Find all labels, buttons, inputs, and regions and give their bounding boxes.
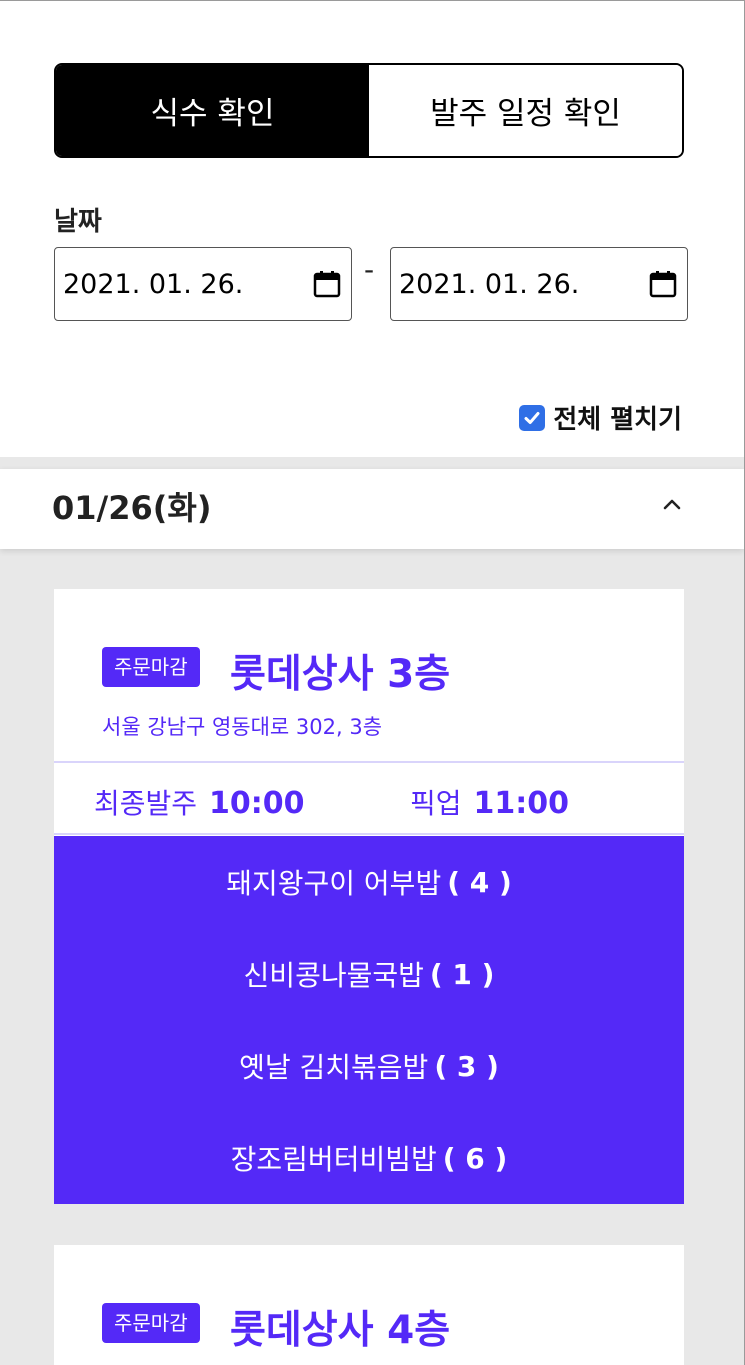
menu-name: 돼지왕구이 어부밥 [226,867,442,900]
start-date-value: 2021. 01. 26. [63,268,244,300]
view-tabs: 식수 확인 발주 일정 확인 [54,63,684,158]
store-card: 주문마감 롯데상사 3층 서울 강남구 영동대로 302, 3층 최종발주 10… [54,589,684,1204]
tab-order-schedule[interactable]: 발주 일정 확인 [369,65,682,156]
expand-all-checkbox[interactable] [519,404,546,431]
end-date-input[interactable]: 2021. 01. 26. [390,247,688,321]
order-times-row: 최종발주 10:00 픽업 11:00 [54,761,684,835]
menu-count: ( 6 ) [442,1141,508,1175]
check-icon [524,411,540,424]
menu-count: ( 4 ) [447,865,512,899]
menu-list: 돼지왕구이 어부밥 ( 4 ) 신비콩나물국밥 ( 1 ) 옛날 김치볶음밥 (… [54,836,684,1204]
expand-all-label: 전체 펼치기 [553,405,682,435]
tab-meal-count[interactable]: 식수 확인 [56,65,369,156]
pickup-label: 픽업 [410,787,462,820]
calendar-icon[interactable] [649,270,677,298]
final-order-time: 최종발주 10:00 [94,782,305,822]
store-name: 롯데상사 4층 [230,1308,451,1353]
status-badge: 주문마감 [102,647,200,687]
pickup-value: 11:00 [473,786,570,821]
chevron-up-icon[interactable] [660,493,684,517]
store-address: 서울 강남구 영동대로 302, 3층 [102,715,383,739]
final-order-value: 10:00 [209,786,305,821]
status-badge: 주문마감 [102,1303,200,1343]
menu-count: ( 1 ) [429,957,495,991]
menu-name: 신비콩나물국밥 [243,959,424,992]
pickup-time: 픽업 11:00 [410,782,569,822]
store-card: 주문마감 롯데상사 4층 [54,1245,684,1365]
menu-name: 장조림버터비빔밥 [230,1143,437,1176]
menu-count: ( 3 ) [434,1049,499,1083]
start-date-input[interactable]: 2021. 01. 26. [54,247,352,321]
menu-item: 신비콩나물국밥 ( 1 ) [54,928,684,1020]
day-group-header[interactable]: 01/26(화) [0,469,744,549]
menu-item: 옛날 김치볶음밥 ( 3 ) [54,1020,684,1112]
menu-item: 돼지왕구이 어부밥 ( 4 ) [54,836,684,928]
final-order-label: 최종발주 [94,787,198,820]
end-date-value: 2021. 01. 26. [399,268,580,300]
day-group-title: 01/26(화) [52,489,212,527]
date-label: 날짜 [54,207,102,237]
expand-all-toggle[interactable]: 전체 펼치기 [519,399,682,436]
menu-item: 장조림버터비빔밥 ( 6 ) [54,1112,684,1204]
menu-name: 옛날 김치볶음밥 [239,1051,429,1084]
page: 식수 확인 발주 일정 확인 날짜 2021. 01. 26. - 2021. … [0,0,745,1365]
date-range-separator: - [364,253,375,286]
store-name: 롯데상사 3층 [230,652,451,697]
calendar-icon[interactable] [313,270,341,298]
